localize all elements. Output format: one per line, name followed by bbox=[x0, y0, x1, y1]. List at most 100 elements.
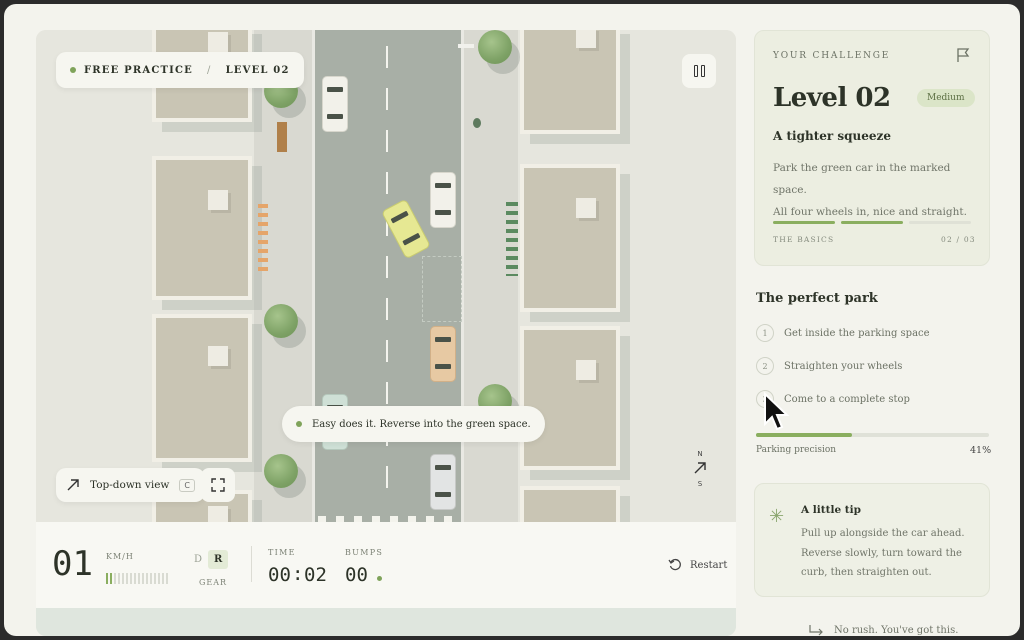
target-parking-space bbox=[422, 256, 462, 322]
speed-tick bbox=[134, 573, 136, 584]
tip-body: Pull up alongside the car ahead. Reverse… bbox=[801, 528, 965, 578]
mode-indicator: FREE PRACTICE / LEVEL 02 bbox=[56, 52, 304, 88]
pause-icon bbox=[693, 65, 698, 77]
return-arrow-icon bbox=[809, 625, 823, 636]
bench bbox=[277, 122, 287, 152]
precision-bar-fill bbox=[756, 433, 852, 437]
building bbox=[520, 326, 620, 470]
time-minutes: 00 bbox=[268, 564, 291, 586]
bottom-strip bbox=[36, 608, 736, 636]
building bbox=[520, 164, 620, 312]
speed-tick bbox=[130, 573, 132, 584]
compass: N S bbox=[688, 450, 712, 500]
gear-drive[interactable]: D bbox=[194, 554, 202, 565]
gear-label: GEAR bbox=[199, 578, 228, 587]
restart-label: Restart bbox=[690, 559, 728, 571]
view-shortcut-key: C bbox=[179, 478, 195, 492]
building bbox=[152, 314, 252, 462]
parked-car bbox=[322, 76, 348, 132]
divider bbox=[251, 546, 252, 582]
challenge-description: Park the green car in the marked space. … bbox=[773, 157, 973, 223]
green-crosswalk bbox=[506, 202, 518, 276]
speed-tick bbox=[118, 573, 120, 584]
precision-label: Parking precision bbox=[756, 445, 837, 455]
app-window: FREE PRACTICE / LEVEL 02 Easy does it. R… bbox=[4, 4, 1020, 636]
sparkle-icon: ✳ bbox=[769, 506, 785, 527]
challenge-subtitle: A tighter squeeze bbox=[773, 129, 891, 143]
compass-north: N bbox=[697, 450, 703, 458]
speed-unit: KM/H bbox=[106, 552, 134, 561]
time-label: TIME bbox=[268, 548, 296, 557]
tip-title: A little tip bbox=[801, 504, 861, 516]
mouse-cursor-icon bbox=[764, 392, 790, 431]
hint-text: Easy does it. Reverse into the green spa… bbox=[312, 418, 531, 430]
step-label: Straighten your wheels bbox=[784, 360, 903, 372]
time-seconds: 02 bbox=[304, 564, 327, 586]
dashboard: 01 KM/H D R GEAR TIME 00 : 02 BUMPS 00 R… bbox=[36, 522, 736, 608]
time-separator: : bbox=[292, 563, 304, 585]
level-label: LEVEL 02 bbox=[225, 64, 290, 76]
speed-meter bbox=[106, 573, 168, 584]
building bbox=[520, 30, 620, 134]
pause-button[interactable] bbox=[682, 54, 716, 88]
description-line: All four wheels in, nice and straight. bbox=[773, 206, 967, 218]
restart-icon bbox=[668, 558, 681, 571]
parked-car bbox=[430, 454, 456, 510]
city-map[interactable] bbox=[36, 30, 736, 522]
gear-selector[interactable]: D R bbox=[194, 550, 229, 569]
step-number: 1 bbox=[756, 324, 774, 342]
speed-tick bbox=[106, 573, 108, 584]
precision-value: 41% bbox=[970, 445, 992, 456]
level-title: Level 02 bbox=[773, 83, 891, 113]
encouragement-text: No rush. You've got this. bbox=[834, 624, 959, 636]
bollard bbox=[473, 118, 481, 128]
bumps-count: 00 bbox=[345, 564, 368, 586]
flag-icon[interactable] bbox=[955, 47, 971, 63]
speed-tick bbox=[162, 573, 164, 584]
bumps-dot bbox=[377, 576, 382, 581]
hint-bubble: Easy does it. Reverse into the green spa… bbox=[282, 406, 545, 442]
fullscreen-icon bbox=[211, 478, 225, 492]
fullscreen-button[interactable] bbox=[201, 468, 235, 502]
speed-tick bbox=[138, 573, 140, 584]
hint-dot bbox=[296, 421, 302, 427]
speed-tick bbox=[154, 573, 156, 584]
parked-car bbox=[430, 326, 456, 382]
checklist-step: 2 Straighten your wheels bbox=[756, 357, 902, 375]
tip-card: ✳ A little tip Pull up alongside the car… bbox=[754, 483, 990, 597]
arrow-view-icon bbox=[67, 479, 79, 491]
gear-reverse[interactable]: R bbox=[208, 550, 229, 569]
view-label: Top-down view bbox=[90, 479, 170, 491]
building bbox=[520, 486, 620, 522]
difficulty-badge: Medium bbox=[917, 89, 975, 107]
camera-view-toggle[interactable]: Top-down view C bbox=[56, 468, 205, 502]
compass-south: S bbox=[697, 480, 703, 488]
step-number: 2 bbox=[756, 357, 774, 375]
speed-tick bbox=[146, 573, 148, 584]
tree bbox=[264, 454, 298, 488]
section-progress: 02 / 03 bbox=[941, 235, 976, 244]
speed-tick bbox=[110, 573, 112, 584]
challenge-eyebrow: YOUR CHALLENGE bbox=[773, 51, 891, 61]
encouragement-note: No rush. You've got this. bbox=[808, 624, 958, 636]
mode-label: FREE PRACTICE bbox=[84, 64, 193, 76]
restart-button[interactable]: Restart bbox=[668, 558, 727, 572]
perfect-park-title: The perfect park bbox=[756, 291, 878, 306]
progress-segment-done bbox=[841, 221, 903, 224]
building bbox=[152, 156, 252, 300]
mode-separator: / bbox=[206, 64, 212, 76]
description-line: Park the green car in the marked space. bbox=[773, 162, 951, 196]
precision-bar bbox=[756, 433, 989, 437]
parked-car bbox=[430, 172, 456, 228]
speed-tick bbox=[122, 573, 124, 584]
section-label: THE BASICS bbox=[773, 235, 835, 244]
speed-tick bbox=[126, 573, 128, 584]
step-label: Come to a complete stop bbox=[784, 393, 910, 405]
checklist-step: 1 Get inside the parking space bbox=[756, 324, 930, 342]
status-dot bbox=[70, 67, 76, 73]
tree bbox=[478, 30, 512, 64]
orange-crosswalk bbox=[258, 204, 268, 274]
right-sidewalk bbox=[464, 30, 518, 522]
speed-tick bbox=[150, 573, 152, 584]
game-viewport[interactable]: FREE PRACTICE / LEVEL 02 Easy does it. R… bbox=[36, 30, 736, 636]
